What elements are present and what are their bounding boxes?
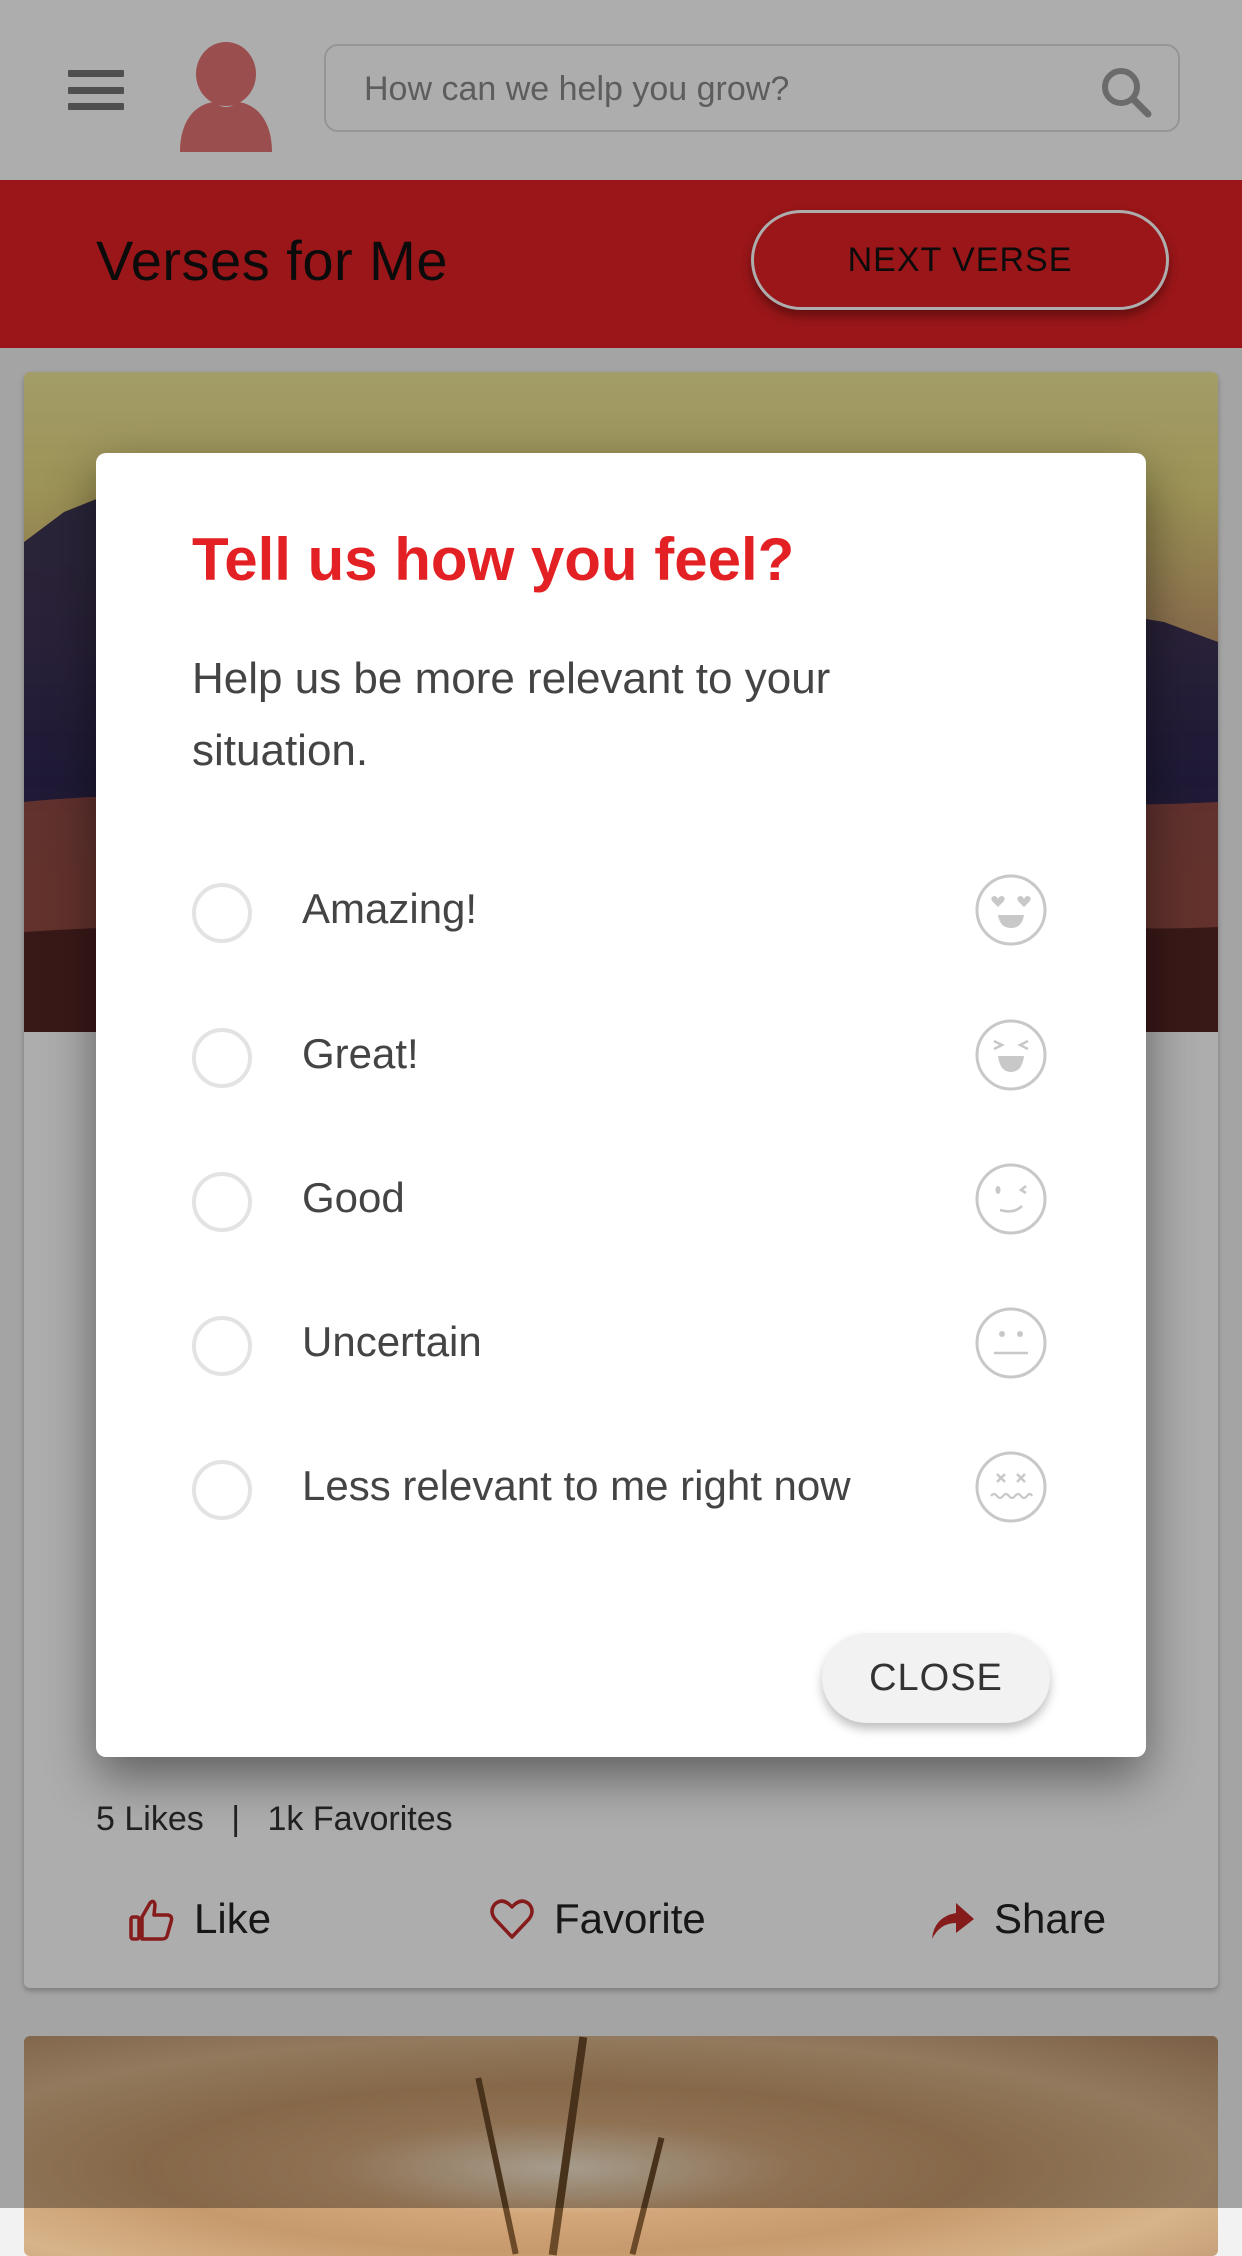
dizzy-emoji-icon <box>975 1451 1047 1523</box>
option-uncertain[interactable]: Uncertain <box>192 1306 1052 1386</box>
radio-button[interactable] <box>192 1316 252 1376</box>
option-label: Uncertain <box>302 1318 482 1365</box>
laughing-emoji-icon <box>975 1019 1047 1091</box>
radio-button[interactable] <box>192 883 252 943</box>
option-good[interactable]: Good <box>192 1162 1052 1242</box>
dialog-title: Tell us how you feel? <box>192 526 795 593</box>
option-label: Amazing! <box>302 885 478 932</box>
radio-button[interactable] <box>192 1172 252 1232</box>
option-label: Good <box>302 1174 405 1221</box>
feeling-dialog: Tell us how you feel? Help us be more re… <box>96 453 1146 1757</box>
option-label: Less relevant to me right now <box>302 1462 851 1509</box>
dialog-subtitle: Help us be more relevant to your situati… <box>192 654 831 775</box>
radio-button[interactable] <box>192 1460 252 1520</box>
radio-button[interactable] <box>192 1028 252 1088</box>
heart-eyes-emoji-icon <box>975 874 1047 946</box>
option-amazing[interactable]: Amazing! <box>192 873 1052 953</box>
option-label: Great! <box>302 1030 419 1077</box>
winking-emoji-icon <box>975 1163 1047 1235</box>
close-button[interactable]: CLOSE <box>822 1633 1050 1723</box>
option-great[interactable]: Great! <box>192 1018 1052 1098</box>
neutral-emoji-icon <box>975 1307 1047 1379</box>
option-less-relevant[interactable]: Less relevant to me right now <box>192 1450 1052 1530</box>
